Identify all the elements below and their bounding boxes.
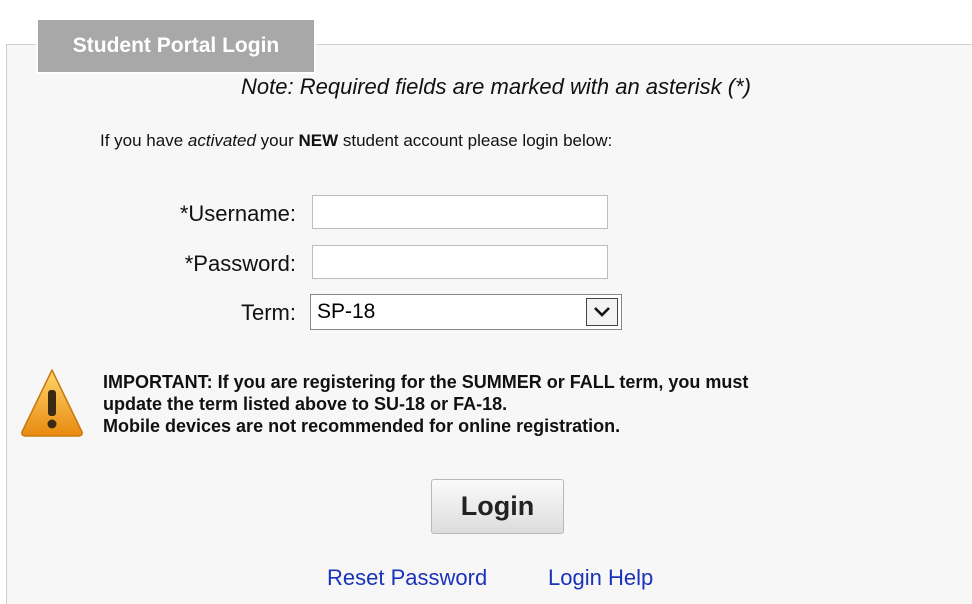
username-input[interactable] xyxy=(312,195,608,229)
login-button[interactable]: Login xyxy=(431,479,564,534)
important-line-1: IMPORTANT: If you are registering for th… xyxy=(103,372,749,392)
reset-password-link[interactable]: Reset Password xyxy=(327,565,487,591)
required-fields-note: Note: Required fields are marked with an… xyxy=(241,74,751,99)
warning-icon xyxy=(18,366,86,440)
chevron-down-icon[interactable] xyxy=(586,298,618,326)
password-label: *Password: xyxy=(184,251,296,276)
term-selected-value: SP-18 xyxy=(317,300,376,323)
term-select[interactable]: SP-18 xyxy=(310,294,622,330)
important-line-2: update the term listed above to SU-18 or… xyxy=(103,394,508,414)
login-legend: Student Portal Login xyxy=(36,18,316,74)
important-line-3: Mobile devices are not recommended for o… xyxy=(103,416,621,436)
legend-title: Student Portal Login xyxy=(38,20,314,72)
term-label: Term: xyxy=(241,300,296,325)
intro-text: If you have activated your NEW student a… xyxy=(100,131,612,151)
intro-activated: activated xyxy=(187,131,256,150)
intro-new: NEW xyxy=(298,131,339,150)
intro-middle: your xyxy=(255,131,299,150)
login-help-link[interactable]: Login Help xyxy=(548,565,653,591)
username-label: *Username: xyxy=(179,201,296,226)
important-notice: IMPORTANT: If you are registering for th… xyxy=(103,371,972,437)
intro-suffix: student account please login below: xyxy=(338,131,613,150)
password-input[interactable] xyxy=(312,245,608,279)
intro-prefix: If you have xyxy=(100,131,188,150)
